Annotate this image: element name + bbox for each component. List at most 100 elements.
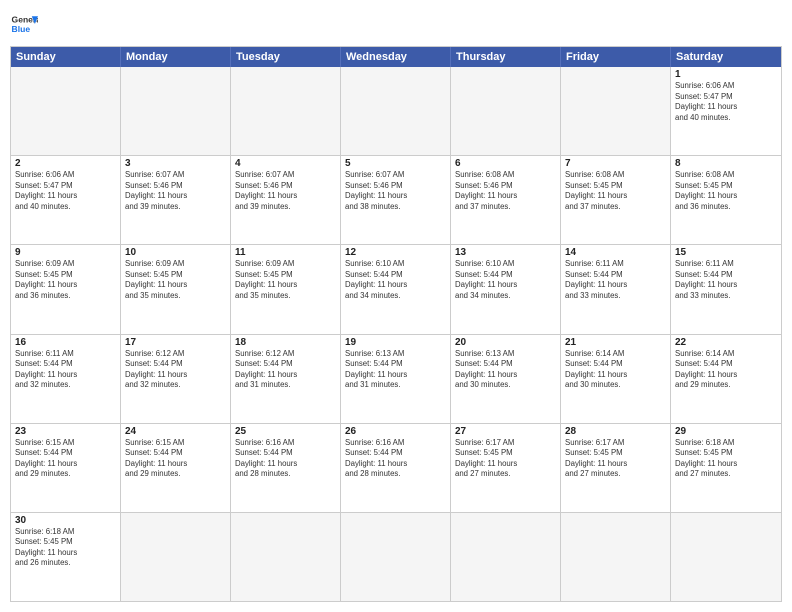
calendar-cell-r0-c0 — [11, 67, 121, 155]
calendar-cell-r0-c2 — [231, 67, 341, 155]
day-number: 16 — [15, 337, 116, 348]
day-number: 15 — [675, 247, 777, 258]
header-day-wednesday: Wednesday — [341, 47, 451, 67]
day-number: 18 — [235, 337, 336, 348]
day-info: Sunrise: 6:17 AM Sunset: 5:45 PM Dayligh… — [455, 438, 556, 480]
header-day-monday: Monday — [121, 47, 231, 67]
day-info: Sunrise: 6:16 AM Sunset: 5:44 PM Dayligh… — [345, 438, 446, 480]
day-number: 25 — [235, 426, 336, 437]
day-info: Sunrise: 6:08 AM Sunset: 5:45 PM Dayligh… — [565, 170, 666, 212]
calendar-body: 1 Sunrise: 6:06 AM Sunset: 5:47 PM Daylig… — [11, 67, 781, 601]
day-info: Sunrise: 6:07 AM Sunset: 5:46 PM Dayligh… — [125, 170, 226, 212]
day-number: 24 — [125, 426, 226, 437]
calendar-cell-r3-c2: 18Sunrise: 6:12 AM Sunset: 5:44 PM Dayli… — [231, 335, 341, 423]
day-info: Sunrise: 6:14 AM Sunset: 5:44 PM Dayligh… — [675, 349, 777, 391]
calendar-cell-r5-c2 — [231, 513, 341, 601]
calendar-cell-r5-c4 — [451, 513, 561, 601]
day-number: 2 — [15, 158, 116, 169]
calendar-cell-r5-c3 — [341, 513, 451, 601]
day-number: 1 — [675, 69, 777, 80]
day-info: Sunrise: 6:15 AM Sunset: 5:44 PM Dayligh… — [15, 438, 116, 480]
calendar-cell-r4-c2: 25Sunrise: 6:16 AM Sunset: 5:44 PM Dayli… — [231, 424, 341, 512]
day-info: Sunrise: 6:12 AM Sunset: 5:44 PM Dayligh… — [235, 349, 336, 391]
calendar-cell-r2-c0: 9Sunrise: 6:09 AM Sunset: 5:45 PM Daylig… — [11, 245, 121, 333]
calendar-cell-r4-c4: 27Sunrise: 6:17 AM Sunset: 5:45 PM Dayli… — [451, 424, 561, 512]
day-number: 27 — [455, 426, 556, 437]
day-number: 19 — [345, 337, 446, 348]
calendar-cell-r4-c1: 24Sunrise: 6:15 AM Sunset: 5:44 PM Dayli… — [121, 424, 231, 512]
day-number: 5 — [345, 158, 446, 169]
day-number: 30 — [15, 515, 116, 526]
day-number: 9 — [15, 247, 116, 258]
day-info: Sunrise: 6:11 AM Sunset: 5:44 PM Dayligh… — [15, 349, 116, 391]
day-info: Sunrise: 6:12 AM Sunset: 5:44 PM Dayligh… — [125, 349, 226, 391]
day-info: Sunrise: 6:08 AM Sunset: 5:46 PM Dayligh… — [455, 170, 556, 212]
day-number: 6 — [455, 158, 556, 169]
calendar-cell-r0-c5 — [561, 67, 671, 155]
calendar-cell-r5-c1 — [121, 513, 231, 601]
calendar-cell-r2-c1: 10Sunrise: 6:09 AM Sunset: 5:45 PM Dayli… — [121, 245, 231, 333]
calendar-cell-r5-c0: 30Sunrise: 6:18 AM Sunset: 5:45 PM Dayli… — [11, 513, 121, 601]
day-info: Sunrise: 6:07 AM Sunset: 5:46 PM Dayligh… — [345, 170, 446, 212]
calendar-cell-r2-c4: 13Sunrise: 6:10 AM Sunset: 5:44 PM Dayli… — [451, 245, 561, 333]
calendar-cell-r1-c0: 2Sunrise: 6:06 AM Sunset: 5:47 PM Daylig… — [11, 156, 121, 244]
calendar-cell-r3-c0: 16Sunrise: 6:11 AM Sunset: 5:44 PM Dayli… — [11, 335, 121, 423]
day-info: Sunrise: 6:09 AM Sunset: 5:45 PM Dayligh… — [125, 259, 226, 301]
day-number: 3 — [125, 158, 226, 169]
day-info: Sunrise: 6:14 AM Sunset: 5:44 PM Dayligh… — [565, 349, 666, 391]
calendar-cell-r1-c4: 6Sunrise: 6:08 AM Sunset: 5:46 PM Daylig… — [451, 156, 561, 244]
calendar-cell-r2-c6: 15Sunrise: 6:11 AM Sunset: 5:44 PM Dayli… — [671, 245, 781, 333]
calendar-cell-r3-c3: 19Sunrise: 6:13 AM Sunset: 5:44 PM Dayli… — [341, 335, 451, 423]
calendar-cell-r3-c5: 21Sunrise: 6:14 AM Sunset: 5:44 PM Dayli… — [561, 335, 671, 423]
day-number: 8 — [675, 158, 777, 169]
calendar-cell-r1-c6: 8Sunrise: 6:08 AM Sunset: 5:45 PM Daylig… — [671, 156, 781, 244]
calendar-row-3: 16Sunrise: 6:11 AM Sunset: 5:44 PM Dayli… — [11, 335, 781, 424]
logo-icon: General Blue — [10, 10, 38, 38]
calendar-cell-r1-c5: 7Sunrise: 6:08 AM Sunset: 5:45 PM Daylig… — [561, 156, 671, 244]
calendar-cell-r0-c6: 1Sunrise: 6:06 AM Sunset: 5:47 PM Daylig… — [671, 67, 781, 155]
header-day-tuesday: Tuesday — [231, 47, 341, 67]
day-info: Sunrise: 6:10 AM Sunset: 5:44 PM Dayligh… — [455, 259, 556, 301]
day-info: Sunrise: 6:13 AM Sunset: 5:44 PM Dayligh… — [345, 349, 446, 391]
calendar-cell-r4-c6: 29Sunrise: 6:18 AM Sunset: 5:45 PM Dayli… — [671, 424, 781, 512]
day-info: Sunrise: 6:08 AM Sunset: 5:45 PM Dayligh… — [675, 170, 777, 212]
calendar-cell-r1-c1: 3Sunrise: 6:07 AM Sunset: 5:46 PM Daylig… — [121, 156, 231, 244]
calendar-row-1: 2Sunrise: 6:06 AM Sunset: 5:47 PM Daylig… — [11, 156, 781, 245]
svg-text:Blue: Blue — [12, 24, 31, 34]
calendar-cell-r3-c1: 17Sunrise: 6:12 AM Sunset: 5:44 PM Dayli… — [121, 335, 231, 423]
day-info: Sunrise: 6:17 AM Sunset: 5:45 PM Dayligh… — [565, 438, 666, 480]
calendar-cell-r0-c1 — [121, 67, 231, 155]
day-number: 4 — [235, 158, 336, 169]
day-info: Sunrise: 6:09 AM Sunset: 5:45 PM Dayligh… — [15, 259, 116, 301]
day-info: Sunrise: 6:06 AM Sunset: 5:47 PM Dayligh… — [15, 170, 116, 212]
logo: General Blue — [10, 10, 38, 38]
calendar-cell-r0-c4 — [451, 67, 561, 155]
day-number: 20 — [455, 337, 556, 348]
day-info: Sunrise: 6:11 AM Sunset: 5:44 PM Dayligh… — [675, 259, 777, 301]
calendar-row-4: 23Sunrise: 6:15 AM Sunset: 5:44 PM Dayli… — [11, 424, 781, 513]
day-number: 10 — [125, 247, 226, 258]
calendar-cell-r4-c0: 23Sunrise: 6:15 AM Sunset: 5:44 PM Dayli… — [11, 424, 121, 512]
calendar-cell-r1-c3: 5Sunrise: 6:07 AM Sunset: 5:46 PM Daylig… — [341, 156, 451, 244]
calendar: SundayMondayTuesdayWednesdayThursdayFrid… — [10, 46, 782, 602]
header-day-friday: Friday — [561, 47, 671, 67]
day-number: 13 — [455, 247, 556, 258]
day-number: 11 — [235, 247, 336, 258]
calendar-row-2: 9Sunrise: 6:09 AM Sunset: 5:45 PM Daylig… — [11, 245, 781, 334]
calendar-cell-r2-c2: 11Sunrise: 6:09 AM Sunset: 5:45 PM Dayli… — [231, 245, 341, 333]
calendar-cell-r3-c4: 20Sunrise: 6:13 AM Sunset: 5:44 PM Dayli… — [451, 335, 561, 423]
day-info: Sunrise: 6:11 AM Sunset: 5:44 PM Dayligh… — [565, 259, 666, 301]
calendar-cell-r5-c5 — [561, 513, 671, 601]
day-info: Sunrise: 6:09 AM Sunset: 5:45 PM Dayligh… — [235, 259, 336, 301]
calendar-row-0: 1Sunrise: 6:06 AM Sunset: 5:47 PM Daylig… — [11, 67, 781, 156]
header-day-thursday: Thursday — [451, 47, 561, 67]
day-number: 12 — [345, 247, 446, 258]
day-number: 23 — [15, 426, 116, 437]
day-number: 21 — [565, 337, 666, 348]
calendar-cell-r2-c3: 12Sunrise: 6:10 AM Sunset: 5:44 PM Dayli… — [341, 245, 451, 333]
calendar-cell-r4-c3: 26Sunrise: 6:16 AM Sunset: 5:44 PM Dayli… — [341, 424, 451, 512]
calendar-cell-r3-c6: 22Sunrise: 6:14 AM Sunset: 5:44 PM Dayli… — [671, 335, 781, 423]
day-number: 22 — [675, 337, 777, 348]
calendar-cell-r4-c5: 28Sunrise: 6:17 AM Sunset: 5:45 PM Dayli… — [561, 424, 671, 512]
calendar-cell-r5-c6 — [671, 513, 781, 601]
